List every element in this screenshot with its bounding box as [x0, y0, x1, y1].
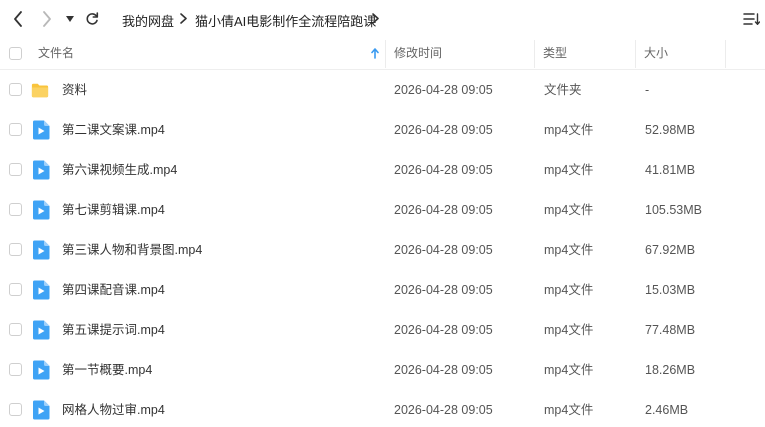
caret-down-icon	[66, 16, 74, 22]
row-checkbox[interactable]	[9, 323, 22, 336]
file-name: 第五课提示词.mp4	[62, 323, 165, 337]
video-file-icon	[33, 120, 50, 140]
row-checkbox[interactable]	[9, 163, 22, 176]
file-type: 文件夹	[544, 83, 582, 97]
select-all-checkbox[interactable]	[9, 47, 22, 60]
file-row[interactable]: 第七课剪辑课.mp4 2026-04-28 09:05 mp4文件 105.53MB	[0, 190, 765, 230]
back-button[interactable]	[8, 9, 28, 29]
chevron-right-icon	[43, 11, 51, 27]
file-type: mp4文件	[544, 283, 594, 297]
breadcrumb-current-folder[interactable]: 猫小倩AI电影制作全流程陪跑课	[195, 11, 376, 30]
file-size: 77.48MB	[645, 323, 696, 337]
file-name: 第二课文案课.mp4	[62, 123, 165, 137]
refresh-icon	[86, 12, 99, 25]
row-checkbox[interactable]	[9, 403, 22, 416]
video-file-icon	[33, 360, 50, 380]
file-type: mp4文件	[544, 363, 594, 377]
video-file-icon	[33, 320, 50, 340]
video-file-icon	[33, 280, 50, 300]
video-file-icon	[33, 400, 50, 420]
row-checkbox[interactable]	[9, 363, 22, 376]
file-modified-date: 2026-04-28 09:05	[394, 323, 493, 337]
file-name: 第四课配音课.mp4	[62, 283, 165, 297]
file-name: 第七课剪辑课.mp4	[62, 203, 165, 217]
column-header-name[interactable]: 文件名	[38, 38, 74, 70]
column-divider[interactable]	[385, 40, 386, 68]
row-checkbox[interactable]	[9, 83, 22, 96]
list-sort-icon	[742, 13, 760, 25]
file-name: 资料	[62, 83, 88, 97]
column-divider[interactable]	[635, 40, 636, 68]
file-name: 网格人物过审.mp4	[62, 403, 165, 417]
file-name: 第六课视频生成.mp4	[62, 163, 178, 177]
column-header-type[interactable]: 类型	[543, 38, 567, 70]
file-modified-date: 2026-04-28 09:05	[394, 123, 493, 137]
video-file-icon	[33, 160, 50, 180]
breadcrumb-root[interactable]: 我的网盘	[122, 11, 174, 30]
file-size: 2.46MB	[645, 403, 689, 417]
file-type: mp4文件	[544, 403, 594, 417]
file-type: mp4文件	[544, 243, 594, 257]
view-mode-button[interactable]	[741, 9, 761, 29]
file-row[interactable]: 第二课文案课.mp4 2026-04-28 09:05 mp4文件 52.98MB	[0, 110, 765, 150]
folder-icon	[31, 83, 49, 98]
row-checkbox[interactable]	[9, 123, 22, 136]
column-header-size[interactable]: 大小	[644, 38, 668, 70]
file-size: 52.98MB	[645, 123, 696, 137]
file-list-header: 文件名 修改时间 类型 大小	[0, 38, 765, 70]
file-row[interactable]: 资料 2026-04-28 09:05 文件夹 -	[0, 70, 765, 110]
forward-button[interactable]	[37, 9, 57, 29]
file-type: mp4文件	[544, 123, 594, 137]
file-size: 15.03MB	[645, 283, 696, 297]
refresh-button[interactable]	[82, 9, 102, 29]
file-size: -	[645, 83, 650, 97]
file-row[interactable]: 第六课视频生成.mp4 2026-04-28 09:05 mp4文件 41.81MB	[0, 150, 765, 190]
breadcrumb-separator-icon	[177, 10, 189, 26]
file-modified-date: 2026-04-28 09:05	[394, 243, 493, 257]
file-modified-date: 2026-04-28 09:05	[394, 283, 493, 297]
file-modified-date: 2026-04-28 09:05	[394, 83, 493, 97]
file-size: 67.92MB	[645, 243, 696, 257]
file-name: 第一节概要.mp4	[62, 363, 153, 377]
column-divider[interactable]	[725, 40, 726, 68]
row-checkbox[interactable]	[9, 203, 22, 216]
file-type: mp4文件	[544, 203, 594, 217]
history-dropdown-button[interactable]	[62, 9, 78, 29]
file-row[interactable]: 第四课配音课.mp4 2026-04-28 09:05 mp4文件 15.03MB	[0, 270, 765, 310]
file-row[interactable]: 第三课人物和背景图.mp4 2026-04-28 09:05 mp4文件 67.92M…	[0, 230, 765, 270]
video-file-icon	[33, 240, 50, 260]
file-modified-date: 2026-04-28 09:05	[394, 363, 493, 377]
sort-ascending-icon[interactable]	[371, 48, 379, 59]
file-row[interactable]: 第一节概要.mp4 2026-04-28 09:05 mp4文件 18.26MB	[0, 350, 765, 390]
column-divider[interactable]	[534, 40, 535, 68]
breadcrumb-separator-icon	[369, 10, 381, 26]
column-header-modified[interactable]: 修改时间	[394, 38, 442, 70]
file-name: 第三课人物和背景图.mp4	[62, 243, 203, 257]
file-row[interactable]: 第五课提示词.mp4 2026-04-28 09:05 mp4文件 77.48MB	[0, 310, 765, 350]
file-modified-date: 2026-04-28 09:05	[394, 403, 493, 417]
chevron-left-icon	[14, 11, 22, 27]
video-file-icon	[33, 200, 50, 220]
file-row[interactable]: 网格人物过审.mp4 2026-04-28 09:05 mp4文件 2.46MB	[0, 390, 765, 427]
file-type: mp4文件	[544, 163, 594, 177]
row-checkbox[interactable]	[9, 283, 22, 296]
file-size: 105.53MB	[645, 203, 702, 217]
file-modified-date: 2026-04-28 09:05	[394, 163, 493, 177]
file-type: mp4文件	[544, 323, 594, 337]
file-size: 18.26MB	[645, 363, 696, 377]
file-modified-date: 2026-04-28 09:05	[394, 203, 493, 217]
toolbar: 我的网盘 猫小倩AI电影制作全流程陪跑课	[0, 0, 765, 38]
file-size: 41.81MB	[645, 163, 696, 177]
row-checkbox[interactable]	[9, 243, 22, 256]
